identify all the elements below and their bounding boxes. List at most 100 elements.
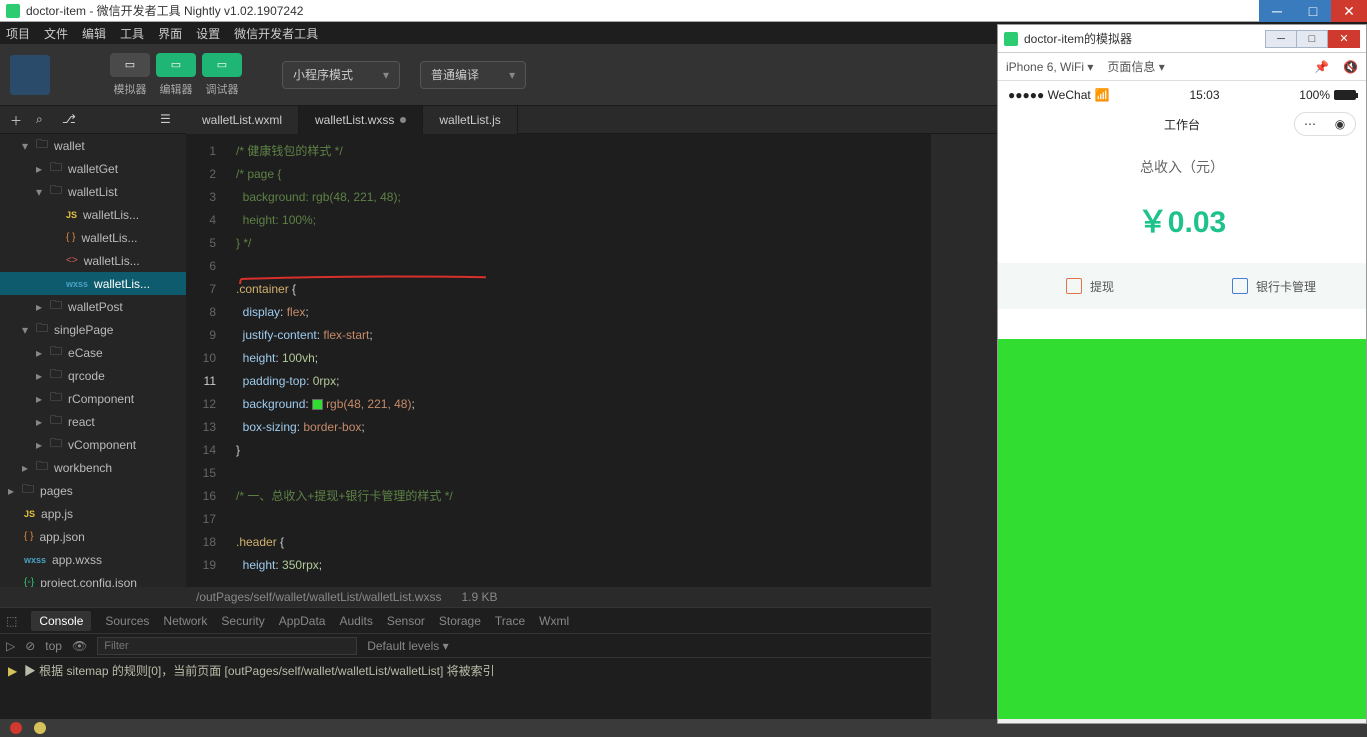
tree-singlePage[interactable]: 🗀singlePage bbox=[0, 318, 186, 341]
eye-icon[interactable]: 👁 bbox=[72, 639, 87, 653]
avatar[interactable] bbox=[10, 55, 50, 95]
mute-icon[interactable]: 🔇 bbox=[1343, 60, 1358, 74]
income-label: 总收入（元） bbox=[998, 139, 1366, 183]
sim-carrier: ●●●●● WeChat bbox=[1008, 88, 1091, 102]
file-explorer[interactable]: 🗀wallet🗀walletGet🗀walletListJSwalletLis.… bbox=[0, 134, 186, 587]
tree-eCase[interactable]: 🗀eCase bbox=[0, 341, 186, 364]
tree-walletList[interactable]: 🗀walletList bbox=[0, 180, 186, 203]
simulator-window: doctor-item的模拟器 ─ □ ✕ iPhone 6, WiFi ▾ 页… bbox=[997, 24, 1367, 724]
tree-app.json[interactable]: { }app.json bbox=[0, 525, 186, 548]
file-status-bar: /outPages/self/wallet/walletList/walletL… bbox=[186, 587, 931, 607]
tree-walletLis...[interactable]: { }walletLis... bbox=[0, 226, 186, 249]
filter-input[interactable] bbox=[97, 637, 357, 655]
tb-编辑器[interactable]: ▭编辑器 bbox=[156, 53, 196, 97]
tb-调试器[interactable]: ▭调试器 bbox=[202, 53, 242, 97]
tree-pages[interactable]: 🗀pages bbox=[0, 479, 186, 502]
tree-app.js[interactable]: JSapp.js bbox=[0, 502, 186, 525]
tree-walletLis...[interactable]: JSwalletLis... bbox=[0, 203, 186, 226]
tree-walletLis...[interactable]: <>walletLis... bbox=[0, 249, 186, 272]
code-editor[interactable]: 12345678910111213141516171819 /* 健康钱包的样式… bbox=[186, 134, 931, 587]
tree-walletPost[interactable]: 🗀walletPost bbox=[0, 295, 186, 318]
tree-app.wxss[interactable]: wxssapp.wxss bbox=[0, 548, 186, 571]
compile-label: 普通编译 bbox=[431, 66, 479, 83]
sim-green-area bbox=[998, 339, 1366, 719]
console-log: ▶ ▶ 根据 sitemap 的规则[0]，当前页面 [outPages/sel… bbox=[0, 658, 931, 683]
devtools-filter-bar: ▷ ⊘ top 👁 Default levels ▾ bbox=[0, 634, 931, 658]
menu-项目[interactable]: 项目 bbox=[6, 25, 30, 42]
bankcard-button[interactable]: 银行卡管理 bbox=[1182, 263, 1366, 309]
device-dropdown[interactable]: iPhone 6, WiFi ▾ bbox=[1006, 60, 1093, 74]
sim-max-button[interactable]: □ bbox=[1296, 30, 1328, 48]
clear-icon[interactable]: ⊘ bbox=[25, 639, 35, 653]
tree-walletLis...[interactable]: wxsswalletLis... bbox=[0, 272, 186, 295]
levels-dropdown[interactable]: Default levels ▾ bbox=[367, 639, 448, 653]
sim-min-button[interactable]: ─ bbox=[1265, 30, 1297, 48]
dt-tab-Sensor[interactable]: Sensor bbox=[387, 614, 425, 628]
context-dropdown[interactable]: top bbox=[45, 639, 62, 653]
run-icon[interactable]: ▷ bbox=[6, 639, 15, 653]
devtools-tabs: ⬚ Console Sources Network Security AppData Au… bbox=[0, 608, 931, 634]
pageinfo-dropdown[interactable]: 页面信息 ▾ bbox=[1107, 58, 1164, 75]
app-icon bbox=[6, 4, 20, 18]
menu-文件[interactable]: 文件 bbox=[44, 25, 68, 42]
line-gutter: 12345678910111213141516171819 bbox=[186, 134, 226, 587]
main-area: 🗀wallet🗀walletGet🗀walletListJSwalletLis.… bbox=[0, 134, 931, 587]
explorer-toggle-icon[interactable]: ☰ bbox=[160, 112, 176, 128]
search-icon[interactable]: ⌕ bbox=[36, 112, 52, 128]
tree-rComponent[interactable]: 🗀rComponent bbox=[0, 387, 186, 410]
sim-titlebar: doctor-item的模拟器 ─ □ ✕ bbox=[998, 25, 1366, 53]
minimize-button[interactable]: ─ bbox=[1259, 0, 1295, 22]
dt-tab-Storage[interactable]: Storage bbox=[439, 614, 481, 628]
income-value: ￥0.03 bbox=[998, 183, 1366, 263]
mode-label: 小程序模式 bbox=[293, 66, 353, 83]
dt-tab-Audits[interactable]: Audits bbox=[339, 614, 372, 628]
app-title: doctor-item - 微信开发者工具 Nightly v1.02.1907… bbox=[26, 2, 303, 19]
tab-walletList.js[interactable]: walletList.js bbox=[423, 106, 517, 134]
menu-界面[interactable]: 界面 bbox=[158, 25, 182, 42]
dt-tab-Wxml[interactable]: Wxml bbox=[539, 614, 569, 628]
wifi-icon: 📶 bbox=[1095, 88, 1110, 102]
sim-nav-title: 工作台 bbox=[1164, 116, 1200, 133]
tree-vComponent[interactable]: 🗀vComponent bbox=[0, 433, 186, 456]
sim-close-button[interactable]: ✕ bbox=[1328, 30, 1360, 48]
dt-tab-Network[interactable]: Network bbox=[163, 614, 207, 628]
code-content[interactable]: /* 健康钱包的样式 *//* page { background: rgb(4… bbox=[236, 140, 931, 577]
tree-walletGet[interactable]: 🗀walletGet bbox=[0, 157, 186, 180]
inspect-icon[interactable]: ⬚ bbox=[6, 614, 17, 628]
devtools-panel: ⬚ Console Sources Network Security AppData Au… bbox=[0, 607, 931, 719]
error-count-icon[interactable] bbox=[10, 722, 22, 734]
sim-navbar: 工作台 ⋯◉ bbox=[998, 109, 1366, 139]
dt-tab-Sources[interactable]: Sources bbox=[105, 614, 149, 628]
dt-tab-Security[interactable]: Security bbox=[221, 614, 264, 628]
tab-walletList.wxss[interactable]: walletList.wxss bbox=[299, 106, 423, 134]
dt-tab-Console[interactable]: Console bbox=[31, 611, 91, 631]
log-line: ▶ 根据 sitemap 的规则[0]，当前页面 [outPages/self/… bbox=[24, 664, 495, 678]
maximize-button[interactable]: □ bbox=[1295, 0, 1331, 22]
tree-wallet[interactable]: 🗀wallet bbox=[0, 134, 186, 157]
add-icon[interactable]: ＋ bbox=[10, 112, 26, 128]
menu-微信开发者工具[interactable]: 微信开发者工具 bbox=[234, 25, 318, 42]
tree-workbench[interactable]: 🗀workbench bbox=[0, 456, 186, 479]
mode-dropdown[interactable]: 小程序模式▾ bbox=[282, 61, 400, 89]
pin-icon[interactable]: 📌 bbox=[1314, 60, 1329, 74]
app-titlebar: doctor-item - 微信开发者工具 Nightly v1.02.1907… bbox=[0, 0, 1367, 22]
window-buttons: ─ □ ✕ bbox=[1259, 0, 1367, 22]
tree-project.config.json[interactable]: {◦}project.config.json bbox=[0, 571, 186, 587]
withdraw-button[interactable]: 提现 bbox=[998, 263, 1182, 309]
capsule-menu[interactable]: ⋯◉ bbox=[1294, 112, 1356, 136]
dt-tab-Trace[interactable]: Trace bbox=[495, 614, 525, 628]
sim-controls: iPhone 6, WiFi ▾ 页面信息 ▾ 📌 🔇 bbox=[998, 53, 1366, 81]
dt-tab-AppData[interactable]: AppData bbox=[279, 614, 326, 628]
tb-模拟器[interactable]: ▭模拟器 bbox=[110, 53, 150, 97]
withdraw-icon bbox=[1066, 278, 1082, 294]
warn-count-icon[interactable] bbox=[34, 722, 46, 734]
tree-qrcode[interactable]: 🗀qrcode bbox=[0, 364, 186, 387]
close-button[interactable]: ✕ bbox=[1331, 0, 1367, 22]
menu-工具[interactable]: 工具 bbox=[120, 25, 144, 42]
menu-编辑[interactable]: 编辑 bbox=[82, 25, 106, 42]
menu-设置[interactable]: 设置 bbox=[196, 25, 220, 42]
branch-icon[interactable]: ⎇ bbox=[62, 112, 78, 128]
tab-walletList.wxml[interactable]: walletList.wxml bbox=[186, 106, 299, 134]
compile-dropdown[interactable]: 普通编译▾ bbox=[420, 61, 526, 89]
tree-react[interactable]: 🗀react bbox=[0, 410, 186, 433]
